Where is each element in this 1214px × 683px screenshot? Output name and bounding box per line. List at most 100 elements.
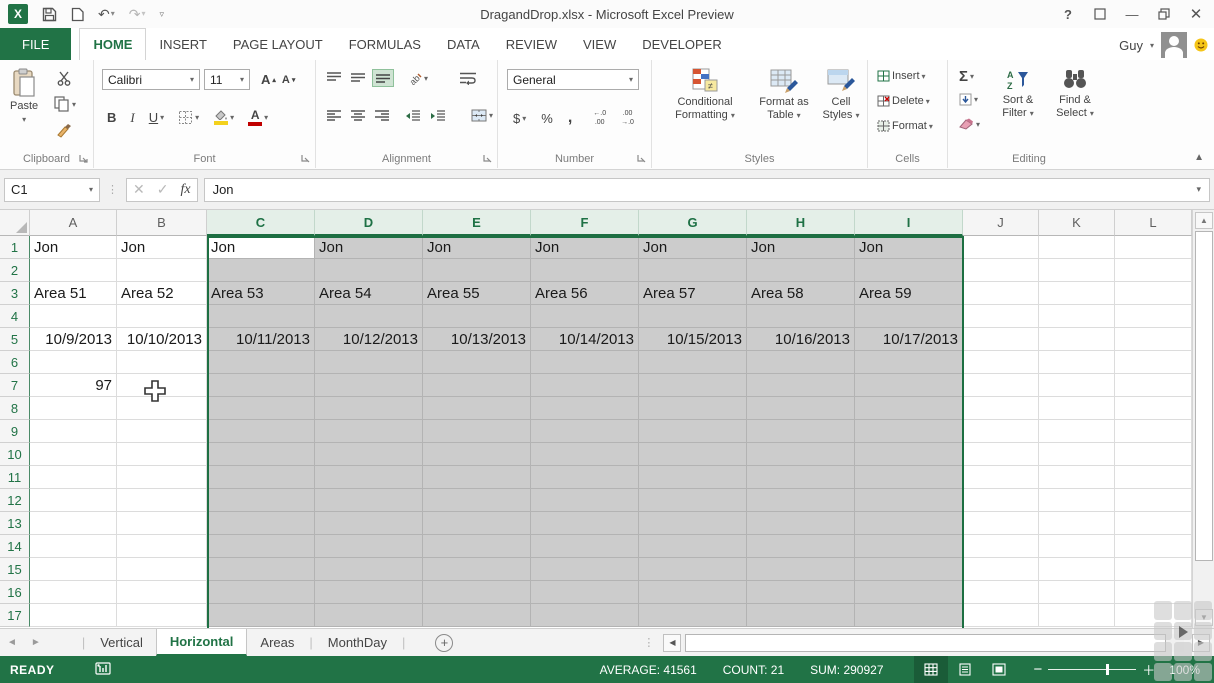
cell-E7[interactable] <box>423 374 531 397</box>
row-header-2[interactable]: 2 <box>0 259 30 282</box>
close-button[interactable]: ✕ <box>1182 2 1210 26</box>
cell-E12[interactable] <box>423 489 531 512</box>
cell-I5[interactable]: 10/17/2013 <box>855 328 963 351</box>
sheet-tab-vertical[interactable]: Vertical <box>87 629 156 656</box>
cell-G7[interactable] <box>639 374 747 397</box>
delete-cells-button[interactable]: Delete▾ <box>874 93 933 109</box>
italic-button[interactable]: I <box>127 108 137 128</box>
column-header-L[interactable]: L <box>1115 210 1192 236</box>
cell-E16[interactable] <box>423 581 531 604</box>
cancel-entry-icon[interactable]: ✕ <box>133 181 145 198</box>
scroll-up-icon[interactable]: ▲ <box>1195 212 1213 229</box>
cell-F6[interactable] <box>531 351 639 374</box>
autosum-button[interactable]: Σ▾ <box>956 66 977 87</box>
cell-B6[interactable] <box>117 351 207 374</box>
cell-C3[interactable]: Area 53 <box>207 282 315 305</box>
cell-B1[interactable]: Jon <box>117 236 207 259</box>
decrease-decimal-icon[interactable]: .00→.0 <box>618 108 637 128</box>
cell-H8[interactable] <box>747 397 855 420</box>
status-count[interactable]: COUNT: 21 <box>723 663 784 677</box>
cell-J7[interactable] <box>963 374 1039 397</box>
cell-A13[interactable] <box>30 512 117 535</box>
cell-I1[interactable]: Jon <box>855 236 963 259</box>
cell-F14[interactable] <box>531 535 639 558</box>
cell-I15[interactable] <box>855 558 963 581</box>
cell-L5[interactable] <box>1115 328 1192 351</box>
font-color-button[interactable]: A ▾ <box>245 107 271 128</box>
zoom-level[interactable]: 100% <box>1169 663 1200 677</box>
cell-C15[interactable] <box>207 558 315 581</box>
cell-I12[interactable] <box>855 489 963 512</box>
cell-C11[interactable] <box>207 466 315 489</box>
sheet-tab-monthday[interactable]: MonthDay <box>315 629 400 656</box>
cell-E1[interactable]: Jon <box>423 236 531 259</box>
merge-center-button[interactable]: ▾ <box>468 107 496 124</box>
cell-L11[interactable] <box>1115 466 1192 489</box>
cell-I10[interactable] <box>855 443 963 466</box>
cell-K12[interactable] <box>1039 489 1115 512</box>
cell-F1[interactable]: Jon <box>531 236 639 259</box>
sheet-tab-horizontal[interactable]: Horizontal <box>156 629 248 656</box>
cell-K5[interactable] <box>1039 328 1115 351</box>
cell-G14[interactable] <box>639 535 747 558</box>
formula-input[interactable]: Jon ▾ <box>204 178 1210 202</box>
column-header-B[interactable]: B <box>117 210 207 236</box>
cell-K11[interactable] <box>1039 466 1115 489</box>
cell-L8[interactable] <box>1115 397 1192 420</box>
cell-L13[interactable] <box>1115 512 1192 535</box>
new-sheet-button[interactable]: + <box>435 634 453 652</box>
row-header-1[interactable]: 1 <box>0 236 30 259</box>
cell-F5[interactable]: 10/14/2013 <box>531 328 639 351</box>
cell-K7[interactable] <box>1039 374 1115 397</box>
comma-button[interactable]: , <box>565 107 575 129</box>
number-format-select[interactable]: General▾ <box>507 69 639 90</box>
cell-F2[interactable] <box>531 259 639 282</box>
tab-scrollbar-splitter[interactable]: ⋮ <box>643 636 655 649</box>
row-header-13[interactable]: 13 <box>0 512 30 535</box>
cell-B4[interactable] <box>117 305 207 328</box>
cell-I11[interactable] <box>855 466 963 489</box>
cell-G16[interactable] <box>639 581 747 604</box>
cell-I2[interactable] <box>855 259 963 282</box>
column-header-E[interactable]: E <box>423 210 531 236</box>
cell-D8[interactable] <box>315 397 423 420</box>
cell-L16[interactable] <box>1115 581 1192 604</box>
cell-C16[interactable] <box>207 581 315 604</box>
cell-E11[interactable] <box>423 466 531 489</box>
format-as-table-button[interactable]: Format as Table ▾ <box>754 68 814 122</box>
cell-A7[interactable]: 97 <box>30 374 117 397</box>
cell-H2[interactable] <box>747 259 855 282</box>
cell-A16[interactable] <box>30 581 117 604</box>
cell-G4[interactable] <box>639 305 747 328</box>
cell-H11[interactable] <box>747 466 855 489</box>
row-header-4[interactable]: 4 <box>0 305 30 328</box>
cell-G5[interactable]: 10/15/2013 <box>639 328 747 351</box>
cell-D1[interactable]: Jon <box>315 236 423 259</box>
align-left-icon[interactable] <box>324 108 344 124</box>
cell-E9[interactable] <box>423 420 531 443</box>
decrease-font-icon[interactable]: A▾ <box>279 72 298 88</box>
cell-E15[interactable] <box>423 558 531 581</box>
cell-C10[interactable] <box>207 443 315 466</box>
macro-record-icon[interactable] <box>95 662 111 678</box>
cell-D12[interactable] <box>315 489 423 512</box>
font-name-select[interactable]: Calibri▾ <box>102 69 200 90</box>
cell-G17[interactable] <box>639 604 747 627</box>
cell-A12[interactable] <box>30 489 117 512</box>
insert-function-icon[interactable]: fx <box>180 182 190 198</box>
cell-B9[interactable] <box>117 420 207 443</box>
cell-F7[interactable] <box>531 374 639 397</box>
ribbon-display-options-button[interactable] <box>1086 2 1114 26</box>
cell-J17[interactable] <box>963 604 1039 627</box>
cell-A14[interactable] <box>30 535 117 558</box>
row-header-15[interactable]: 15 <box>0 558 30 581</box>
cell-I7[interactable] <box>855 374 963 397</box>
cell-F15[interactable] <box>531 558 639 581</box>
column-header-K[interactable]: K <box>1039 210 1115 236</box>
select-all-button[interactable] <box>0 210 30 236</box>
tab-page-layout[interactable]: PAGE LAYOUT <box>220 28 336 60</box>
underline-button[interactable]: U▾ <box>146 108 167 127</box>
find-select-button[interactable]: Find & Select ▾ <box>1048 68 1102 120</box>
page-break-view-icon[interactable] <box>982 656 1016 683</box>
orientation-button[interactable]: ab ▾ <box>404 69 431 87</box>
